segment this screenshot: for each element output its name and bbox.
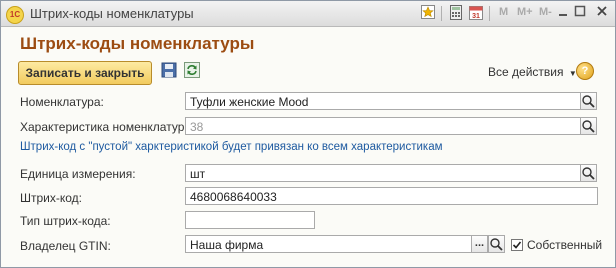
gtin-owner-label: Владелец GTIN: [20, 239, 111, 253]
search-icon[interactable] [580, 92, 597, 110]
calculator-icon[interactable] [447, 5, 465, 22]
calendar-icon[interactable]: 31 [467, 5, 485, 22]
floppy-icon[interactable] [161, 62, 179, 80]
form-heading: Штрих-коды номенклатуры [20, 34, 255, 53]
refresh-icon[interactable] [184, 62, 202, 80]
1c-app-icon[interactable]: 1С [6, 6, 24, 24]
barcode-input[interactable]: 4680068640033 [185, 187, 598, 205]
characteristic-label: Характеристика номенклатуры: [20, 120, 197, 134]
help-button[interactable]: ? [576, 62, 594, 80]
all-actions-label: Все действия [488, 65, 564, 79]
memory-m-minus-button[interactable]: M- [539, 6, 552, 18]
search-icon[interactable] [488, 235, 505, 253]
own-checkbox[interactable] [511, 239, 523, 251]
barcode-type-label: Тип штрих-кода: [20, 214, 111, 228]
gtin-owner-field[interactable]: Наша фирма [185, 235, 472, 253]
close-icon[interactable] [593, 5, 611, 22]
toolbar-separator [489, 6, 490, 21]
barcode-type-field[interactable] [185, 211, 315, 229]
empty-characteristic-hint: Штрих-код с "пустой" харктеристикой буде… [20, 141, 443, 153]
maximize-icon[interactable] [571, 5, 589, 22]
search-icon[interactable] [580, 117, 597, 135]
svg-text:31: 31 [472, 13, 480, 20]
characteristic-field[interactable]: 38 [185, 117, 581, 135]
save-and-close-button[interactable]: Записать и закрыть [18, 61, 152, 85]
title-bar: 1С Штрих-коды номенклатуры 31 M M+ M- [1, 1, 615, 27]
search-icon[interactable] [580, 164, 597, 182]
nomenclature-field[interactable]: Туфли женские Mood [185, 92, 581, 110]
minimize-icon[interactable] [554, 5, 572, 22]
own-checkbox-label[interactable]: Собственный [527, 238, 602, 252]
memory-m-plus-button[interactable]: M+ [517, 6, 533, 18]
barcode-label: Штрих-код: [20, 191, 82, 205]
nomenclature-label: Номенклатура: [20, 95, 104, 109]
toolbar-separator [441, 6, 442, 21]
unit-field[interactable]: шт [185, 164, 581, 182]
star-icon[interactable] [419, 5, 437, 22]
window-title: Штрих-коды номенклатуры [30, 6, 194, 21]
form-window: 1С Штрих-коды номенклатуры 31 M M+ M- Шт… [0, 0, 616, 268]
memory-m-button[interactable]: M [499, 6, 508, 18]
select-dots-button[interactable]: ... [471, 235, 488, 253]
unit-label: Единица измерения: [20, 167, 136, 181]
all-actions-menu[interactable]: Все действия ▼ [488, 65, 577, 79]
